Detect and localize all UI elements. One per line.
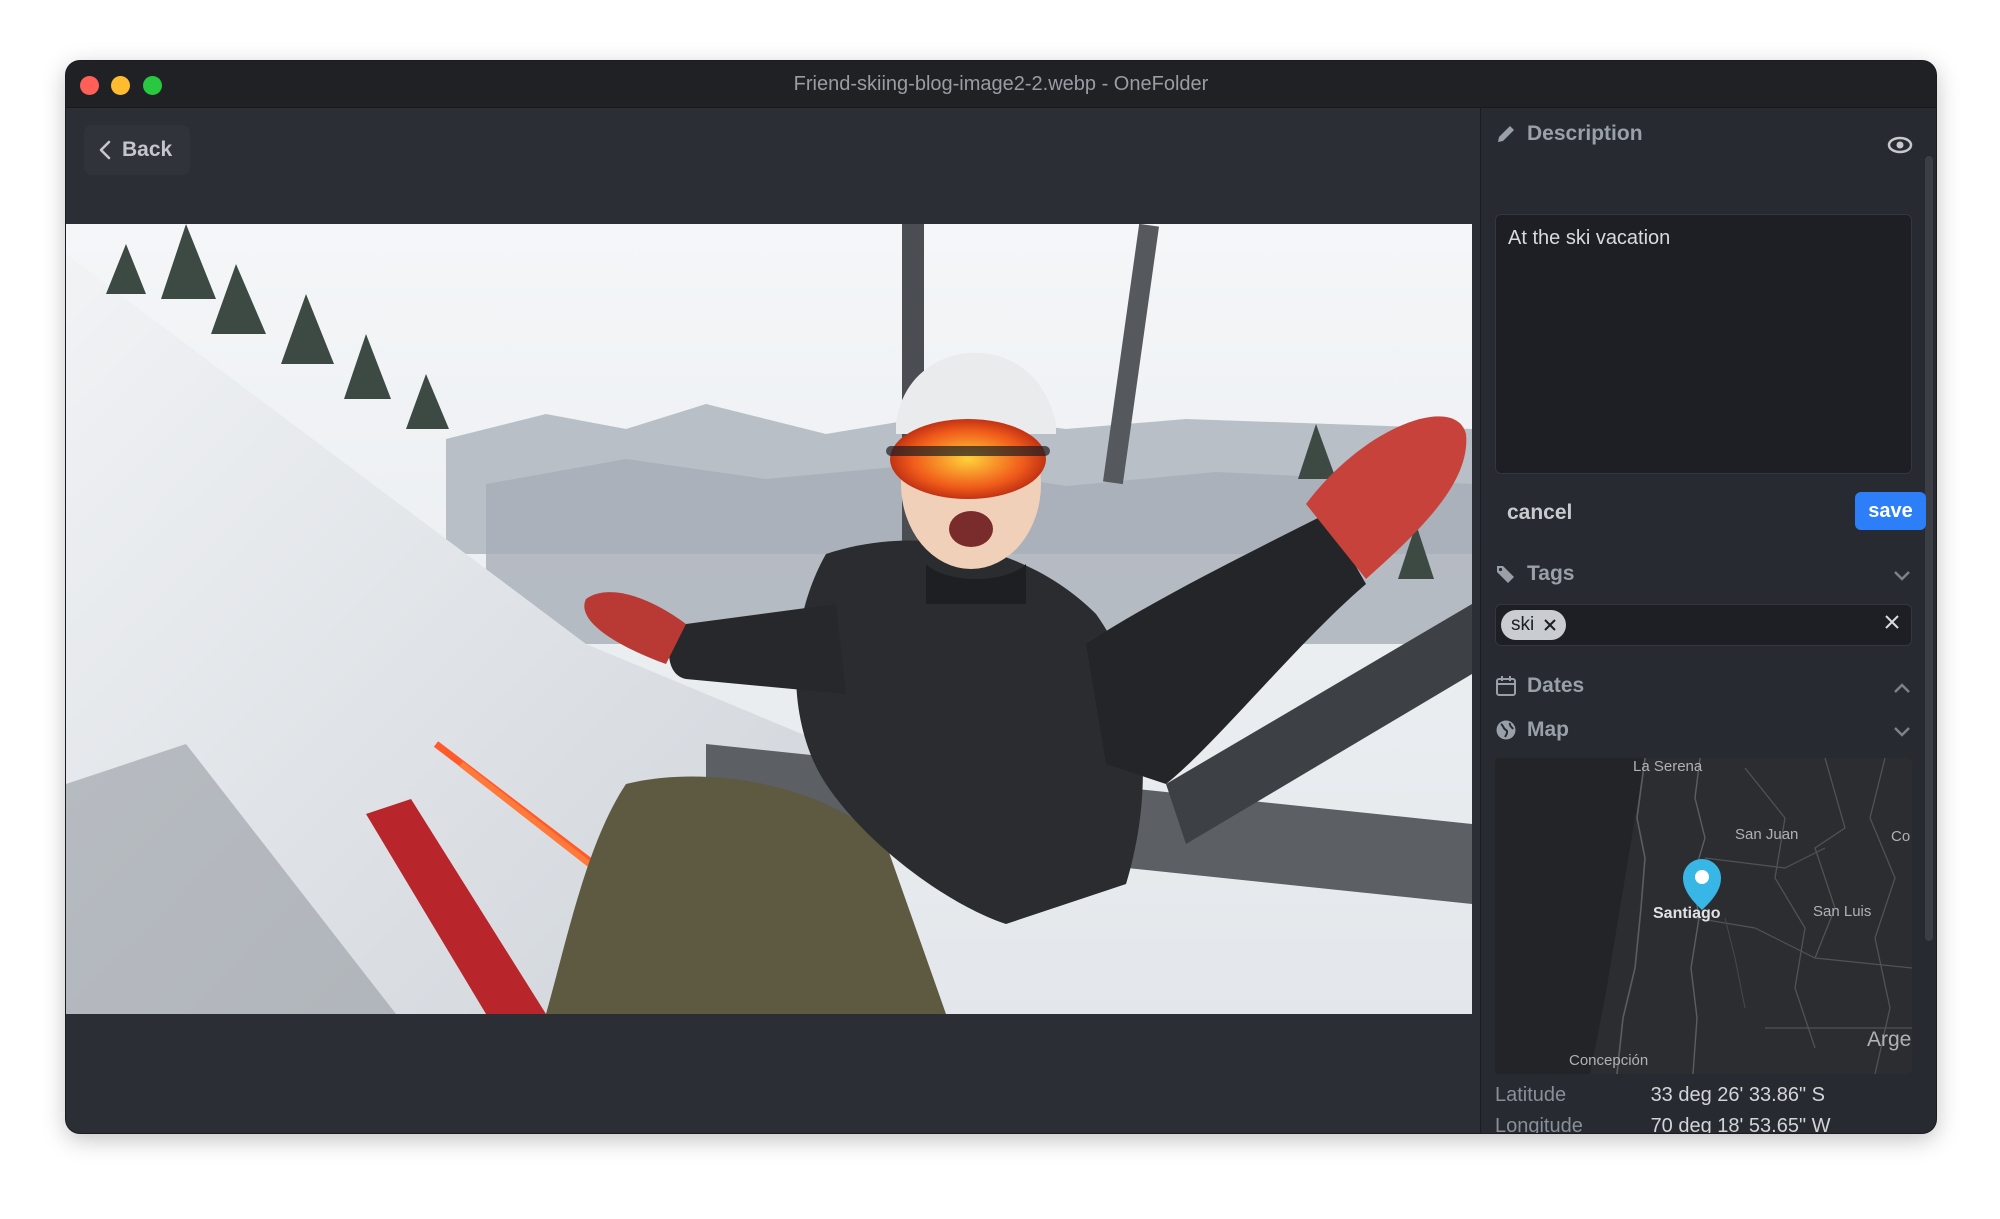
map-place-label: Arge <box>1867 1028 1912 1051</box>
remove-tag-icon[interactable] <box>1544 619 1556 631</box>
cancel-button[interactable]: cancel <box>1507 501 1572 525</box>
latitude-value: 33 deg 26' 33.86" S <box>1650 1084 1825 1106</box>
tags-header[interactable]: Tags <box>1495 562 1574 586</box>
map-place-label: La Serena <box>1633 758 1703 775</box>
pencil-icon <box>1498 126 1514 142</box>
title-bar: Friend-skiing-blog-image2-2.webp - OneFo… <box>66 61 1936 108</box>
tags-input[interactable]: ski <box>1495 604 1912 646</box>
description-header[interactable]: Description <box>1495 122 1643 146</box>
map-place-label: San Juan <box>1735 826 1799 843</box>
eye-icon[interactable] <box>1887 136 1913 159</box>
map-place-label: Santiago <box>1653 905 1721 922</box>
map-heading: Map <box>1527 718 1569 741</box>
map-place-label: San Luis <box>1813 903 1872 920</box>
photo-illustration <box>66 224 1472 1014</box>
back-button[interactable]: Back <box>84 125 190 175</box>
back-label: Back <box>122 138 173 161</box>
calendar-icon <box>1496 676 1516 696</box>
longitude-label: Longitude <box>1495 1115 1583 1133</box>
app-window: Friend-skiing-blog-image2-2.webp - OneFo… <box>66 61 1936 1133</box>
clear-tags-icon[interactable] <box>1885 612 1899 635</box>
scrollbar[interactable] <box>1925 156 1933 941</box>
image-viewer: Back <box>66 108 1479 1133</box>
inspector-panel: Description At the ski vacation cancel s… <box>1480 108 1936 1133</box>
longitude-value: 70 deg 18' 53.65" W <box>1650 1115 1831 1133</box>
description-textarea[interactable]: At the ski vacation <box>1495 214 1912 474</box>
save-button[interactable]: save <box>1855 492 1926 530</box>
tag-chip[interactable]: ski <box>1501 610 1567 640</box>
globe-icon <box>1496 720 1516 740</box>
chevron-left-icon <box>99 140 111 160</box>
map-header[interactable]: Map <box>1495 718 1569 742</box>
location-map[interactable]: La Serena San Juan Co Santiago San Luis … <box>1495 758 1912 1074</box>
map-place-label: Concepción <box>1569 1052 1649 1069</box>
photo <box>66 224 1472 1014</box>
description-heading: Description <box>1527 122 1643 145</box>
map-place-label: Co <box>1891 828 1911 845</box>
latitude-label: Latitude <box>1495 1084 1567 1106</box>
window-title: Friend-skiing-blog-image2-2.webp - OneFo… <box>793 73 1209 95</box>
chevron-down-icon[interactable] <box>1893 722 1911 743</box>
longitude-row: Longitude 70 deg 18' 53.65" W <box>1495 1115 1831 1133</box>
dates-header[interactable]: Dates <box>1495 674 1584 698</box>
chevron-down-icon[interactable] <box>1893 566 1911 587</box>
tag-label: ski <box>1511 614 1535 635</box>
chevron-up-icon[interactable] <box>1893 678 1911 699</box>
tags-heading: Tags <box>1527 562 1575 585</box>
latitude-row: Latitude 33 deg 26' 33.86" S <box>1495 1084 1825 1107</box>
tag-icon <box>1497 566 1514 583</box>
dates-heading: Dates <box>1527 674 1585 697</box>
